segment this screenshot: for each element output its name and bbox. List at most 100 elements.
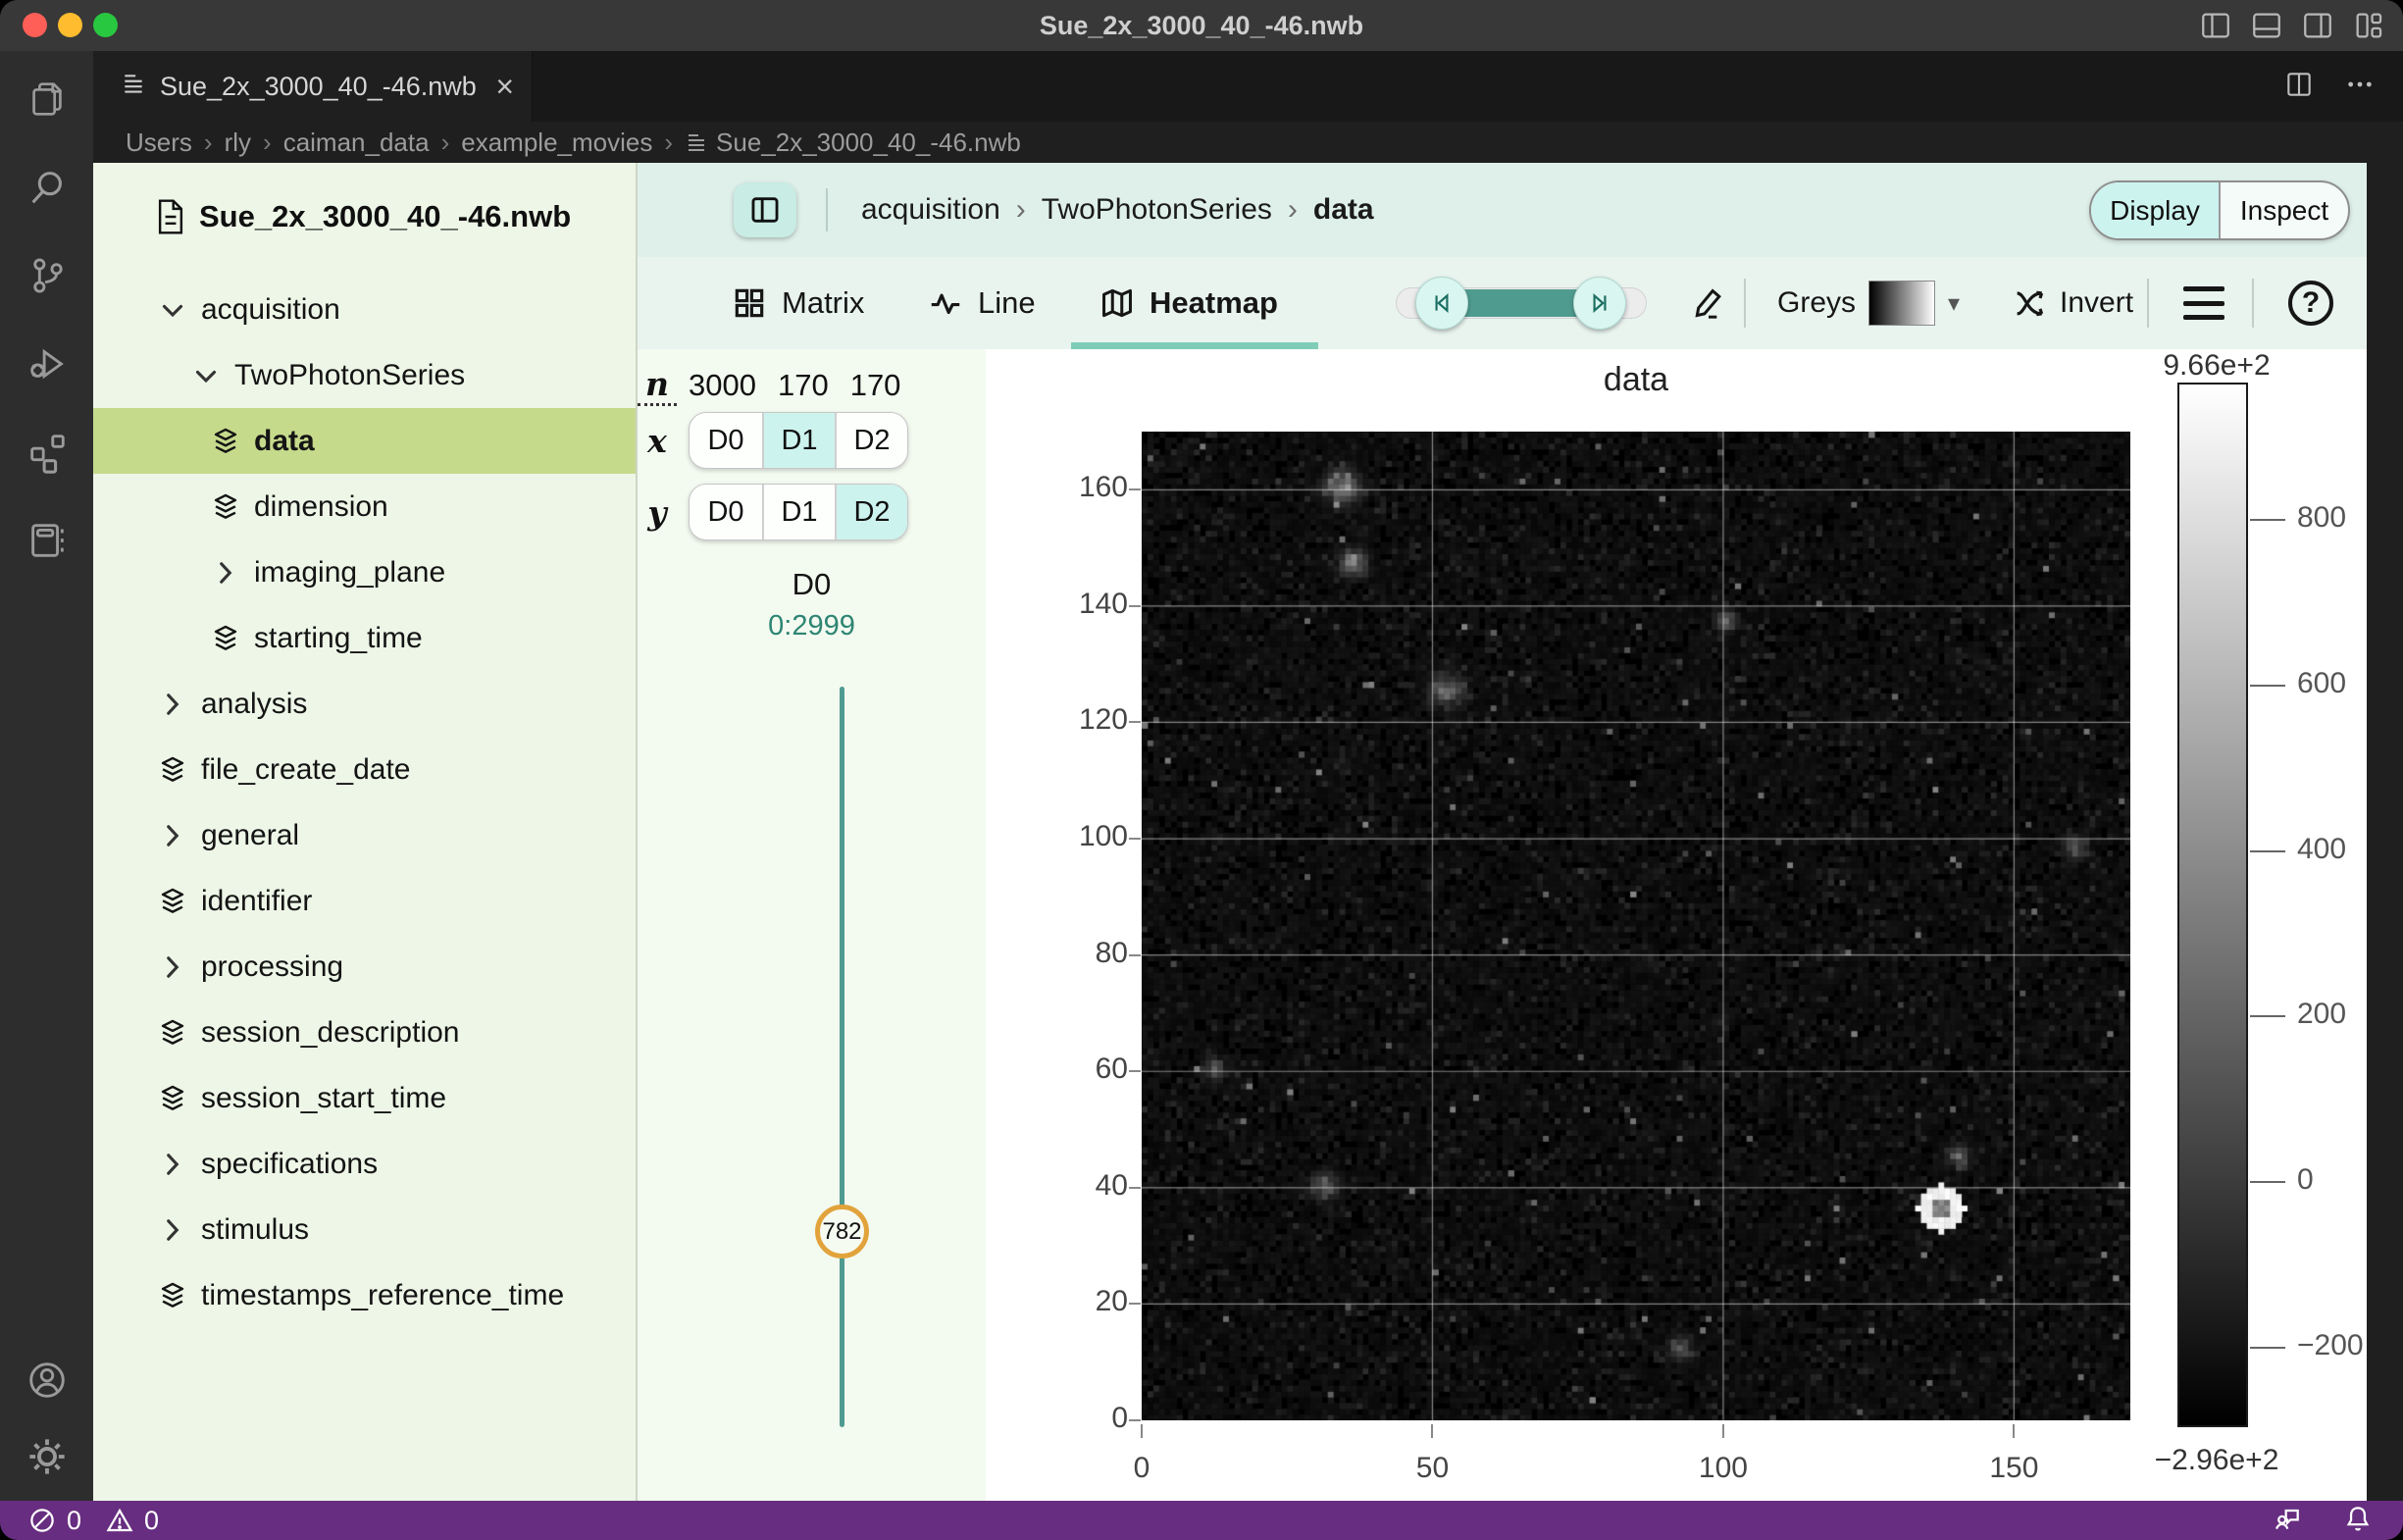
colormap-label: Greys xyxy=(1777,257,1856,349)
tree-item-starting_time[interactable]: starting_time xyxy=(93,605,636,671)
frame-slider-track[interactable] xyxy=(840,687,844,1427)
mode-toggle: Display Inspect xyxy=(2089,180,2350,240)
toggle-primary-sidebar-icon[interactable] xyxy=(2199,9,2232,47)
display-button[interactable]: Display xyxy=(2091,182,2219,238)
problems-indicator[interactable]: 0 0 xyxy=(27,1506,159,1536)
customize-layout-icon[interactable] xyxy=(2352,9,2385,47)
x-dim-option-D2[interactable]: D2 xyxy=(835,413,907,468)
dataset-breadcrumb-item[interactable]: TwoPhotonSeries xyxy=(1042,193,1272,227)
x-tick-label: 0 xyxy=(1083,1452,1201,1485)
invert-icon[interactable] xyxy=(2011,257,2050,349)
invert-label[interactable]: Invert xyxy=(2060,257,2133,349)
tab-close-icon[interactable]: × xyxy=(495,71,514,102)
colormap-swatch[interactable] xyxy=(1868,281,1935,326)
tree-item-label: file_create_date xyxy=(201,753,411,787)
tab-nwb-file[interactable]: Sue_2x_3000_40_-46.nwb × xyxy=(93,51,533,122)
tree-item-imaging_plane[interactable]: imaging_plane xyxy=(93,539,636,605)
breadcrumb-item[interactable]: rly xyxy=(225,128,251,158)
x-tick-mark xyxy=(2013,1424,2015,1438)
errors-icon xyxy=(27,1506,57,1535)
source-control-icon[interactable] xyxy=(23,251,72,300)
notifications-bell-icon[interactable] xyxy=(2342,1503,2374,1539)
tree-item-processing[interactable]: processing xyxy=(93,934,636,1000)
y-tick-label: 100 xyxy=(1034,820,1128,853)
dataset-icon xyxy=(154,1014,191,1052)
activity-bar xyxy=(0,51,93,1501)
toggle-panel-icon[interactable] xyxy=(2250,9,2283,47)
tree-item-specifications[interactable]: specifications xyxy=(93,1131,636,1197)
tree-item-data[interactable]: data xyxy=(93,408,636,474)
settings-gear-icon[interactable] xyxy=(23,1432,72,1481)
heatmap-plot[interactable] xyxy=(1142,432,2130,1420)
active-tab-underline xyxy=(1071,342,1318,349)
split-editor-icon[interactable] xyxy=(2283,69,2315,105)
y-tick-mark xyxy=(1129,1303,1141,1305)
breadcrumb-item[interactable]: example_movies xyxy=(461,128,652,158)
tree-item-dimension[interactable]: dimension xyxy=(93,474,636,539)
colorbar-tick-label: 400 xyxy=(2297,833,2346,866)
view-tab-label: Heatmap xyxy=(1150,285,1278,321)
breadcrumb-file[interactable]: Sue_2x_3000_40_-46.nwb xyxy=(685,128,1021,158)
tree-item-TwoPhotonSeries[interactable]: TwoPhotonSeries xyxy=(93,342,636,408)
tree-item-acquisition[interactable]: acquisition xyxy=(93,277,636,342)
editor-tab-strip: Sue_2x_3000_40_-46.nwb × xyxy=(93,51,2403,122)
y-dim-option-D0[interactable]: D0 xyxy=(690,485,762,539)
view-tab-label: Line xyxy=(978,285,1036,321)
x-label: x xyxy=(638,422,677,460)
y-tick-label: 120 xyxy=(1034,703,1128,737)
y-tick-label: 140 xyxy=(1034,588,1128,621)
y-dim-option-D1[interactable]: D1 xyxy=(762,485,835,539)
colorbar-min-label: −2.96e+2 xyxy=(2079,1444,2354,1477)
tree-item-file_create_date[interactable]: file_create_date xyxy=(93,737,636,802)
more-actions-icon[interactable] xyxy=(2344,69,2376,105)
notebook-extension-icon[interactable] xyxy=(23,516,72,565)
run-debug-icon[interactable] xyxy=(23,339,72,388)
chevron-right-icon[interactable] xyxy=(207,554,244,591)
tree-item-session_description[interactable]: session_description xyxy=(93,1000,636,1065)
tree-item-timestamps_reference_time[interactable]: timestamps_reference_time xyxy=(93,1262,636,1328)
tab-label: Sue_2x_3000_40_-46.nwb xyxy=(160,72,477,102)
y-tick-mark xyxy=(1129,1070,1141,1072)
tree-item-analysis[interactable]: analysis xyxy=(93,671,636,737)
x-dim-option-D0[interactable]: D0 xyxy=(690,413,762,468)
colormap-dropdown-caret[interactable]: ▾ xyxy=(1948,257,1960,349)
chevron-right-icon[interactable] xyxy=(154,817,191,854)
toolbar-divider xyxy=(2147,279,2149,328)
tree-item-stimulus[interactable]: stimulus xyxy=(93,1197,636,1262)
chevron-down-icon[interactable] xyxy=(187,357,225,394)
dataset-breadcrumb-item[interactable]: data xyxy=(1313,193,1374,227)
tree-item-session_start_time[interactable]: session_start_time xyxy=(93,1065,636,1131)
toggle-secondary-sidebar-icon[interactable] xyxy=(2301,9,2334,47)
heatmap-canvas[interactable] xyxy=(1142,432,2130,1420)
chevron-down-icon[interactable] xyxy=(154,291,191,329)
tree-item-identifier[interactable]: identifier xyxy=(93,868,636,934)
x-dim-option-D1[interactable]: D1 xyxy=(762,413,835,468)
y-dim-option-D2[interactable]: D2 xyxy=(835,485,907,539)
colorbar-tick-label: 0 xyxy=(2297,1163,2314,1197)
help-icon[interactable]: ? xyxy=(2288,281,2333,326)
inspect-button[interactable]: Inspect xyxy=(2219,182,2348,238)
breadcrumb-item[interactable]: Users xyxy=(126,128,192,158)
dataset-breadcrumb-item[interactable]: acquisition xyxy=(861,193,1000,227)
slider-handle-start[interactable] xyxy=(1415,277,1468,330)
chevron-right-icon[interactable] xyxy=(154,1146,191,1183)
feedback-icon[interactable] xyxy=(2272,1503,2303,1539)
view-tab-heatmap[interactable]: Heatmap xyxy=(1099,257,1278,349)
frame-range-slider[interactable] xyxy=(1396,284,1647,322)
extensions-icon[interactable] xyxy=(23,428,72,477)
edit-pen-icon[interactable] xyxy=(1689,257,1728,349)
chevron-right-icon[interactable] xyxy=(154,949,191,986)
view-tab-matrix[interactable]: Matrix xyxy=(731,257,864,349)
explorer-icon[interactable] xyxy=(23,75,72,124)
search-icon[interactable] xyxy=(23,163,72,212)
frame-slider-handle[interactable]: 782 xyxy=(815,1205,869,1258)
accounts-icon[interactable] xyxy=(23,1356,72,1405)
chevron-right-icon[interactable] xyxy=(154,1211,191,1249)
chevron-right-icon[interactable] xyxy=(154,686,191,723)
slider-handle-end[interactable] xyxy=(1573,277,1626,330)
sidebar-toggle-button[interactable] xyxy=(734,182,796,237)
view-tab-line[interactable]: Line xyxy=(927,257,1036,349)
menu-hamburger-icon[interactable] xyxy=(2183,286,2224,320)
breadcrumb-item[interactable]: caiman_data xyxy=(283,128,430,158)
tree-item-general[interactable]: general xyxy=(93,802,636,868)
